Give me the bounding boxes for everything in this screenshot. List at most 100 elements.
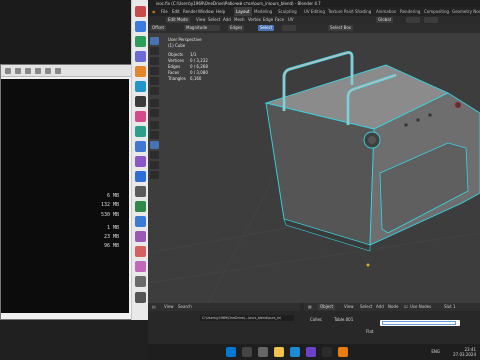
- tab-icon[interactable]: [45, 68, 51, 74]
- bevel-tool-icon[interactable]: [150, 141, 159, 149]
- tool-field-3[interactable]: Select Box: [328, 25, 354, 31]
- task-view-icon[interactable]: [258, 347, 268, 357]
- app-icon[interactable]: [135, 141, 146, 152]
- menu-window[interactable]: Window: [198, 7, 214, 16]
- ol-node-menu[interactable]: Node: [388, 303, 398, 311]
- shader-editor-area[interactable]: Collec Table.001 Flat: [304, 311, 480, 344]
- menu-help[interactable]: Help: [216, 7, 225, 16]
- use-nodes-checkbox[interactable]: ☑: [404, 303, 408, 311]
- node-search-popup[interactable]: [380, 320, 460, 326]
- rotate-tool-icon[interactable]: [150, 67, 159, 75]
- system-tray[interactable]: 23:41 27.03.2024: [453, 347, 476, 357]
- workspace-tab-geometry-nodes[interactable]: Geometry Nodes: [452, 7, 480, 16]
- scale-tool-icon[interactable]: [150, 77, 159, 85]
- node-table-label[interactable]: Table.001: [334, 317, 353, 322]
- terminal-icon[interactable]: [322, 347, 332, 357]
- tab-icon[interactable]: [15, 68, 21, 74]
- header-mesh[interactable]: Mesh: [234, 16, 245, 24]
- app-icon[interactable]: [135, 186, 146, 197]
- workspace-tab-animation[interactable]: Animation: [376, 7, 396, 16]
- node-search-input[interactable]: [382, 321, 456, 325]
- file-explorer-icon[interactable]: [274, 347, 284, 357]
- app-icon[interactable]: [135, 111, 146, 122]
- app-icon[interactable]: [135, 21, 146, 32]
- tab-icon[interactable]: [55, 68, 61, 74]
- header-face[interactable]: Face: [275, 16, 284, 24]
- menu-file[interactable]: File: [161, 7, 168, 16]
- menu-render[interactable]: Render: [183, 7, 197, 16]
- menu-edit[interactable]: Edit: [172, 7, 180, 16]
- slot-select[interactable]: Slot 1: [444, 303, 455, 311]
- workspace-tab-modeling[interactable]: Modeling: [254, 7, 272, 16]
- browser-icon[interactable]: [290, 347, 300, 357]
- annotate-tool-icon[interactable]: [150, 99, 159, 107]
- inset-tool-icon[interactable]: [150, 131, 159, 139]
- app-icon[interactable]: [135, 6, 146, 17]
- tool-field-2[interactable]: Select: [258, 25, 275, 31]
- app-icon[interactable]: [135, 261, 146, 272]
- app-icon[interactable]: [135, 81, 146, 92]
- blender-logo-icon[interactable]: ◉: [152, 7, 156, 16]
- app-icon[interactable]: [135, 276, 146, 287]
- tool-field-1[interactable]: Edges: [228, 25, 245, 31]
- app-icon[interactable]: [135, 231, 146, 242]
- header-edge[interactable]: Edge: [263, 16, 273, 24]
- file-path-field[interactable]: C:\Users\y1969\OneDrive\...\ours_blend\o…: [200, 315, 294, 321]
- tab-icon[interactable]: [35, 68, 41, 74]
- header-view[interactable]: View: [196, 16, 206, 24]
- collection-label[interactable]: Collec: [310, 317, 322, 322]
- tool-label[interactable]: Offset: [150, 25, 167, 31]
- cursor-tool-icon[interactable]: [150, 47, 159, 55]
- app-icon[interactable]: [135, 66, 146, 77]
- extrude-tool-icon[interactable]: [150, 121, 159, 129]
- start-icon[interactable]: [226, 347, 236, 357]
- tool-toggle[interactable]: [282, 25, 296, 31]
- app-icon[interactable]: [135, 126, 146, 137]
- header-vertex[interactable]: Vertex: [248, 16, 261, 24]
- move-tool-icon[interactable]: [150, 57, 159, 65]
- poly-build-tool-icon[interactable]: [150, 171, 159, 179]
- tool-mode-select[interactable]: Magnitude: [184, 25, 220, 31]
- workspace-tab-rendering[interactable]: Rendering: [400, 7, 420, 16]
- ol-add-menu[interactable]: Add: [376, 303, 384, 311]
- node-flat-label[interactable]: Flat: [366, 329, 373, 334]
- settings-icon[interactable]: [135, 292, 146, 303]
- mode-select[interactable]: Edit Mode: [166, 17, 190, 23]
- ol-select-menu[interactable]: Select: [360, 303, 372, 311]
- app-icon[interactable]: [135, 216, 146, 227]
- knife-tool-icon[interactable]: [150, 161, 159, 169]
- select-box-tool-icon[interactable]: [150, 37, 159, 45]
- editor-type-icon[interactable]: ▦: [308, 303, 312, 311]
- header-add[interactable]: Add: [223, 16, 231, 24]
- header-select[interactable]: Select: [208, 16, 220, 24]
- header-uv[interactable]: UV: [288, 16, 294, 24]
- ol-view-menu[interactable]: View: [344, 303, 354, 311]
- tab-icon[interactable]: [5, 68, 11, 74]
- workspace-tab-sculpting[interactable]: Sculpting: [278, 7, 297, 16]
- 3d-viewport[interactable]: User Perspective (1) Cube Objects 1/1 Ver…: [148, 33, 480, 303]
- workspace-tab-uv-editing[interactable]: UV Editing: [304, 7, 325, 16]
- workspace-tab-shading[interactable]: Shading: [355, 7, 371, 16]
- measure-tool-icon[interactable]: [150, 109, 159, 117]
- app-icon[interactable]: [135, 156, 146, 167]
- app-icon[interactable]: [135, 51, 146, 62]
- workspace-tab-layout[interactable]: Layout: [234, 7, 252, 16]
- app-icon[interactable]: [135, 171, 146, 182]
- app-icon[interactable]: [135, 246, 146, 257]
- app-icon[interactable]: [135, 36, 146, 47]
- workspace-tab-compositing[interactable]: Compositing: [424, 7, 449, 16]
- fb-search-menu[interactable]: Search: [178, 303, 192, 311]
- fb-view-menu[interactable]: View: [164, 303, 174, 311]
- app-icon[interactable]: [135, 96, 146, 107]
- app-icon[interactable]: [135, 201, 146, 212]
- proportional-toggle[interactable]: [424, 17, 438, 23]
- language-indicator[interactable]: ENG: [431, 349, 440, 354]
- tab-icon[interactable]: [25, 68, 31, 74]
- workspace-tab-texture-paint[interactable]: Texture Paint: [328, 7, 354, 16]
- object-select[interactable]: Object: [318, 304, 336, 310]
- orientation-select[interactable]: Global: [376, 17, 393, 23]
- blender-icon[interactable]: [338, 347, 348, 357]
- snap-toggle[interactable]: [406, 17, 420, 23]
- editor-type-icon[interactable]: ▤: [152, 303, 156, 311]
- search-icon[interactable]: [242, 347, 252, 357]
